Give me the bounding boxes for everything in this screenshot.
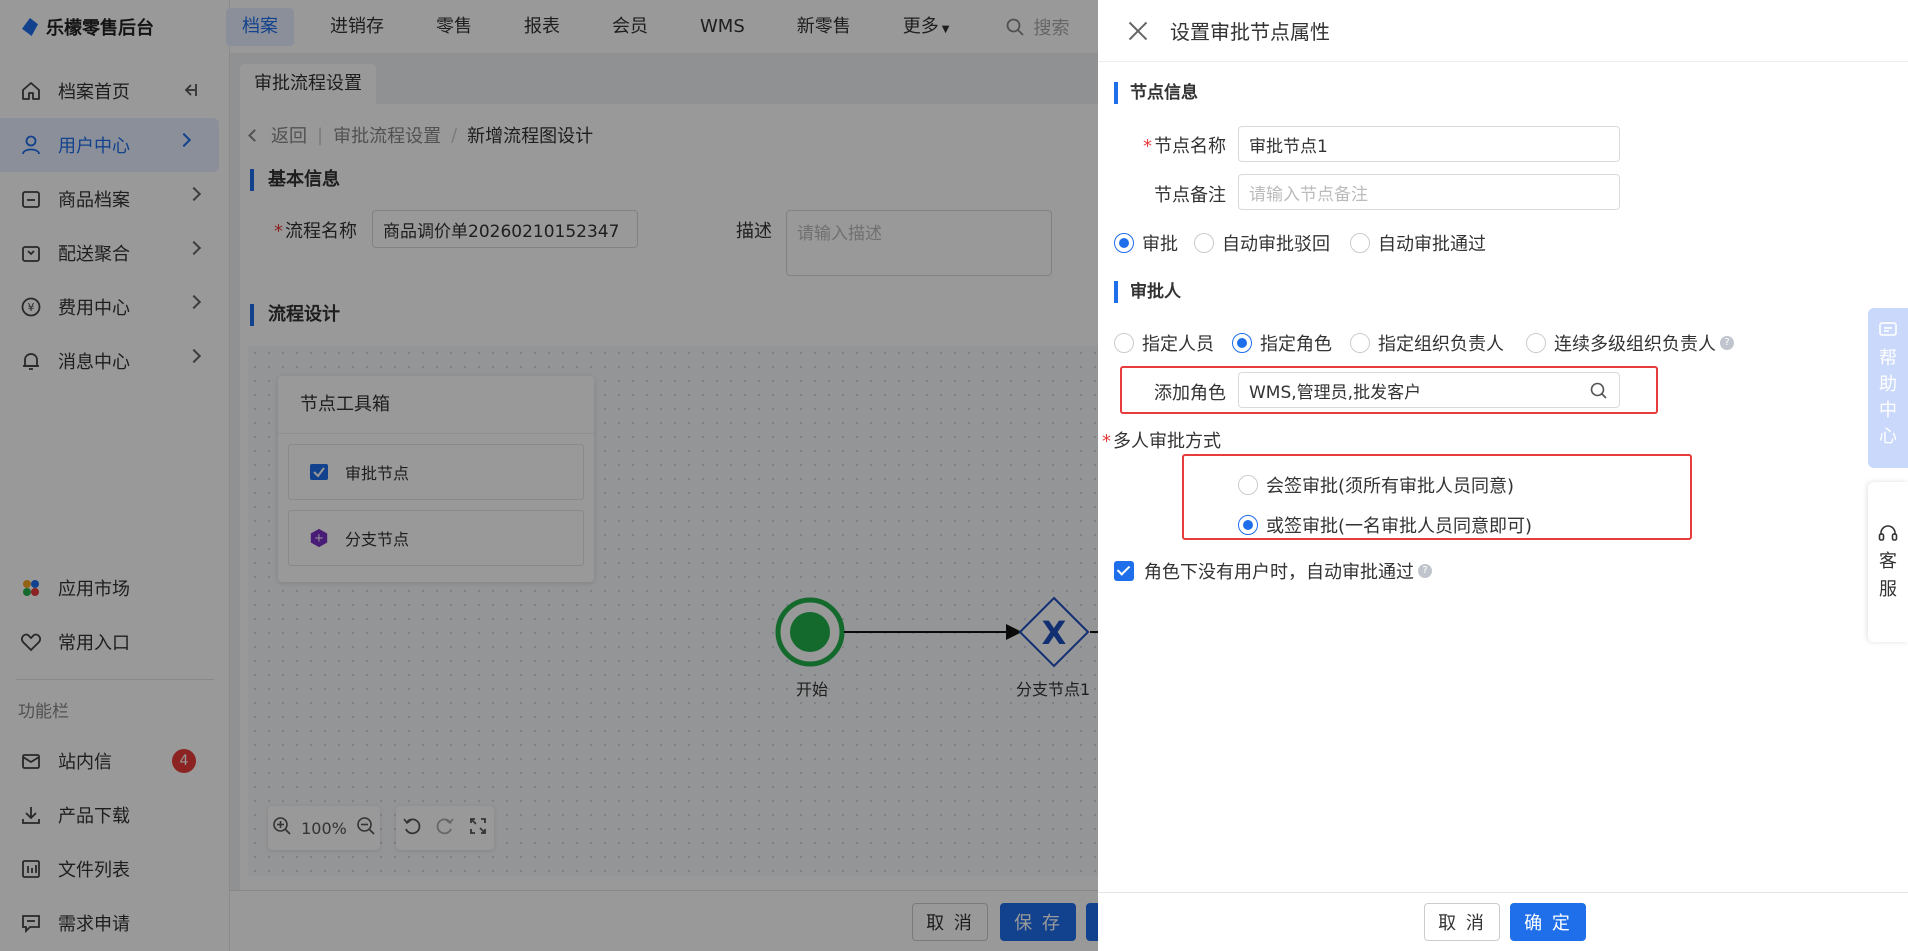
radio-auto-pass[interactable]: 自动审批通过: [1350, 230, 1486, 256]
radio-circle: [1350, 233, 1370, 253]
help-tab-char: 帮: [1879, 348, 1897, 369]
radio-label: 会签审批(须所有审批人员同意): [1266, 476, 1515, 497]
radio-or-sign[interactable]: 或签审批(一名审批人员同意即可): [1238, 512, 1532, 538]
cs-tab-char: 客: [1879, 551, 1897, 572]
radio-circle: [1238, 515, 1258, 535]
radio-label: 审批: [1142, 234, 1178, 255]
radio-specified-role[interactable]: 指定角色: [1232, 330, 1332, 356]
radio-multi-level-org-leader[interactable]: 连续多级组织负责人?: [1526, 330, 1734, 356]
radio-label: 指定组织负责人: [1378, 334, 1504, 355]
customer-service-tab[interactable]: 客 服: [1868, 482, 1908, 642]
node-name-label: * 节点名称: [1143, 136, 1226, 157]
close-icon[interactable]: [1128, 21, 1148, 41]
drawer-backdrop[interactable]: [0, 0, 1098, 951]
radio-circle: [1526, 333, 1546, 353]
radio-countersign[interactable]: 会签审批(须所有审批人员同意): [1238, 472, 1514, 498]
search-icon[interactable]: [1589, 381, 1609, 401]
add-role-input[interactable]: WMS,管理员,批发客户: [1238, 372, 1620, 408]
node-remark-label: 节点备注: [1154, 185, 1226, 206]
section-title-approver: 审批人: [1114, 281, 1181, 303]
help-tab-char: 中: [1879, 400, 1897, 421]
help-question-icon[interactable]: ?: [1418, 564, 1432, 578]
radio-label: 指定角色: [1260, 334, 1332, 355]
radio-circle: [1194, 233, 1214, 253]
radio-label: 指定人员: [1142, 334, 1214, 355]
drawer-footer: 取 消 确 定: [1098, 892, 1908, 951]
help-tab-char: 助: [1879, 374, 1897, 395]
radio-circle: [1114, 333, 1134, 353]
cs-tab-char: 服: [1879, 579, 1897, 600]
chat-icon: [1879, 322, 1897, 336]
drawer-confirm-button[interactable]: 确 定: [1510, 903, 1586, 941]
node-properties-drawer: 设置审批节点属性 节点信息 * 节点名称 审批节点1 节点备注 请输入节点备注 审…: [1098, 0, 1908, 951]
section-title-node-info: 节点信息: [1114, 82, 1198, 104]
radio-label: 自动审批驳回: [1222, 234, 1330, 255]
radio-auto-reject[interactable]: 自动审批驳回: [1194, 230, 1330, 256]
radio-org-leader[interactable]: 指定组织负责人: [1350, 330, 1504, 356]
radio-label: 自动审批通过: [1378, 234, 1486, 255]
radio-circle: [1238, 475, 1258, 495]
radio-approval[interactable]: 审批: [1114, 230, 1178, 256]
radio-circle: [1350, 333, 1370, 353]
multi-approval-mode-label: * 多人审批方式: [1102, 431, 1221, 452]
help-question-icon[interactable]: ?: [1720, 336, 1734, 350]
checkbox-checked-icon: [1114, 561, 1134, 581]
add-role-value: WMS,管理员,批发客户: [1249, 382, 1422, 403]
node-remark-input[interactable]: 请输入节点备注: [1238, 174, 1620, 210]
radio-label: 或签审批(一名审批人员同意即可): [1266, 516, 1533, 537]
drawer-header: 设置审批节点属性: [1098, 0, 1908, 62]
drawer-cancel-button[interactable]: 取 消: [1424, 903, 1500, 941]
add-role-label: 添加角色: [1154, 383, 1226, 404]
help-center-tab[interactable]: 帮 助 中 心: [1868, 308, 1908, 468]
auto-pass-checkbox[interactable]: 角色下没有用户时，自动审批通过?: [1114, 558, 1432, 584]
drawer-title: 设置审批节点属性: [1170, 20, 1330, 44]
radio-specified-person[interactable]: 指定人员: [1114, 330, 1214, 356]
node-name-input[interactable]: 审批节点1: [1238, 126, 1620, 162]
radio-label: 连续多级组织负责人: [1554, 334, 1716, 355]
checkbox-label: 角色下没有用户时，自动审批通过: [1144, 562, 1414, 583]
headset-icon: [1878, 525, 1898, 541]
help-tab-char: 心: [1879, 426, 1897, 447]
radio-circle: [1114, 233, 1134, 253]
radio-circle: [1232, 333, 1252, 353]
